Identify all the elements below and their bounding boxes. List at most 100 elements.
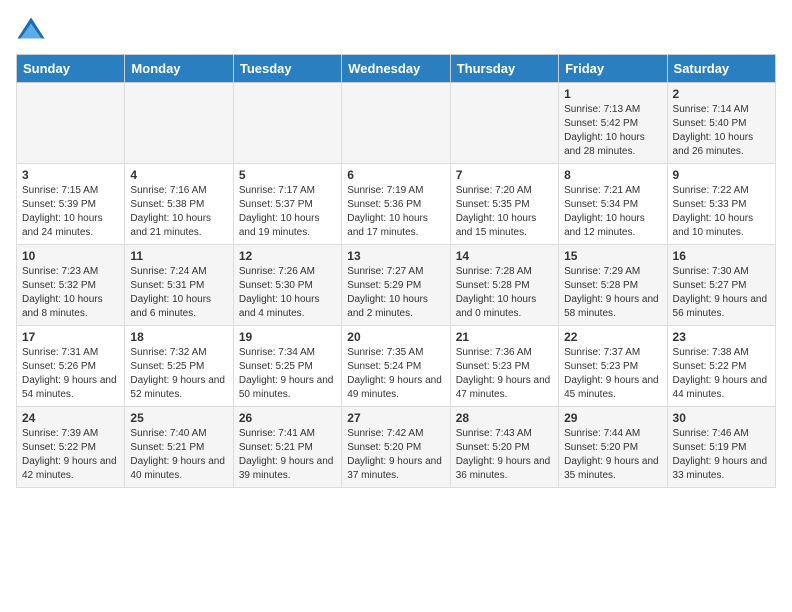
day-number: 2	[673, 87, 770, 101]
day-number: 1	[564, 87, 661, 101]
calendar-cell: 26 Sunrise: 7:41 AM Sunset: 5:21 PM Dayli…	[233, 407, 341, 488]
calendar-cell: 16 Sunrise: 7:30 AM Sunset: 5:27 PM Dayli…	[667, 245, 775, 326]
day-number: 8	[564, 168, 661, 182]
day-number: 16	[673, 249, 770, 263]
calendar-week-row: 17 Sunrise: 7:31 AM Sunset: 5:26 PM Dayli…	[17, 326, 776, 407]
weekday-header-wednesday: Wednesday	[342, 55, 450, 83]
day-number: 6	[347, 168, 444, 182]
calendar-week-row: 1Sunrise: 7:13 AM Sunset: 5:42 PM Daylig…	[17, 83, 776, 164]
calendar-cell: 30Sunrise: 7:46 AM Sunset: 5:19 PM Dayli…	[667, 407, 775, 488]
day-number: 12	[239, 249, 336, 263]
calendar-cell: 28 Sunrise: 7:43 AM Sunset: 5:20 PM Dayli…	[450, 407, 558, 488]
day-number: 19	[239, 330, 336, 344]
calendar-cell: 23 Sunrise: 7:38 AM Sunset: 5:22 PM Dayli…	[667, 326, 775, 407]
day-number: 11	[130, 249, 227, 263]
day-number: 4	[130, 168, 227, 182]
weekday-header-thursday: Thursday	[450, 55, 558, 83]
day-number: 27	[347, 411, 444, 425]
day-number: 3	[22, 168, 119, 182]
logo-icon	[16, 16, 46, 46]
day-info: Sunrise: 7:34 AM Sunset: 5:25 PM Dayligh…	[239, 346, 336, 402]
weekday-header-row: SundayMondayTuesdayWednesdayThursdayFrid…	[17, 55, 776, 83]
calendar-cell	[233, 83, 341, 164]
calendar-cell: 10Sunrise: 7:23 AM Sunset: 5:32 PM Dayli…	[17, 245, 125, 326]
day-number: 7	[456, 168, 553, 182]
calendar-cell: 9 Sunrise: 7:22 AM Sunset: 5:33 PM Daylig…	[667, 164, 775, 245]
day-info: Sunrise: 7:38 AM Sunset: 5:22 PM Dayligh…	[673, 346, 770, 402]
calendar-cell: 14 Sunrise: 7:28 AM Sunset: 5:28 PM Dayli…	[450, 245, 558, 326]
calendar-cell: 2 Sunrise: 7:14 AM Sunset: 5:40 PM Daylig…	[667, 83, 775, 164]
day-number: 20	[347, 330, 444, 344]
day-info: Sunrise: 7:35 AM Sunset: 5:24 PM Dayligh…	[347, 346, 444, 402]
day-info: Sunrise: 7:17 AM Sunset: 5:37 PM Dayligh…	[239, 184, 336, 240]
day-info: Sunrise: 7:27 AM Sunset: 5:29 PM Dayligh…	[347, 265, 444, 321]
calendar-week-row: 10Sunrise: 7:23 AM Sunset: 5:32 PM Dayli…	[17, 245, 776, 326]
day-number: 9	[673, 168, 770, 182]
day-info: Sunrise: 7:22 AM Sunset: 5:33 PM Dayligh…	[673, 184, 770, 240]
day-number: 14	[456, 249, 553, 263]
day-number: 26	[239, 411, 336, 425]
calendar-cell: 1Sunrise: 7:13 AM Sunset: 5:42 PM Daylig…	[559, 83, 667, 164]
page-header	[16, 16, 776, 46]
calendar-cell	[17, 83, 125, 164]
day-info: Sunrise: 7:30 AM Sunset: 5:27 PM Dayligh…	[673, 265, 770, 321]
calendar-cell: 19 Sunrise: 7:34 AM Sunset: 5:25 PM Dayli…	[233, 326, 341, 407]
day-info: Sunrise: 7:32 AM Sunset: 5:25 PM Dayligh…	[130, 346, 227, 402]
calendar-cell	[450, 83, 558, 164]
day-number: 22	[564, 330, 661, 344]
calendar-cell: 22 Sunrise: 7:37 AM Sunset: 5:23 PM Dayli…	[559, 326, 667, 407]
day-number: 18	[130, 330, 227, 344]
day-info: Sunrise: 7:31 AM Sunset: 5:26 PM Dayligh…	[22, 346, 119, 402]
calendar-cell: 15 Sunrise: 7:29 AM Sunset: 5:28 PM Dayli…	[559, 245, 667, 326]
day-info: Sunrise: 7:41 AM Sunset: 5:21 PM Dayligh…	[239, 427, 336, 483]
calendar-cell: 12 Sunrise: 7:26 AM Sunset: 5:30 PM Dayli…	[233, 245, 341, 326]
day-info: Sunrise: 7:44 AM Sunset: 5:20 PM Dayligh…	[564, 427, 661, 483]
day-number: 23	[673, 330, 770, 344]
calendar-cell: 8Sunrise: 7:21 AM Sunset: 5:34 PM Daylig…	[559, 164, 667, 245]
day-info: Sunrise: 7:26 AM Sunset: 5:30 PM Dayligh…	[239, 265, 336, 321]
calendar-cell: 13 Sunrise: 7:27 AM Sunset: 5:29 PM Dayli…	[342, 245, 450, 326]
calendar-week-row: 24 Sunrise: 7:39 AM Sunset: 5:22 PM Dayli…	[17, 407, 776, 488]
day-info: Sunrise: 7:24 AM Sunset: 5:31 PM Dayligh…	[130, 265, 227, 321]
day-number: 29	[564, 411, 661, 425]
day-info: Sunrise: 7:19 AM Sunset: 5:36 PM Dayligh…	[347, 184, 444, 240]
day-number: 13	[347, 249, 444, 263]
day-info: Sunrise: 7:16 AM Sunset: 5:38 PM Dayligh…	[130, 184, 227, 240]
day-info: Sunrise: 7:20 AM Sunset: 5:35 PM Dayligh…	[456, 184, 553, 240]
day-info: Sunrise: 7:37 AM Sunset: 5:23 PM Dayligh…	[564, 346, 661, 402]
weekday-header-tuesday: Tuesday	[233, 55, 341, 83]
day-info: Sunrise: 7:42 AM Sunset: 5:20 PM Dayligh…	[347, 427, 444, 483]
calendar-cell: 18 Sunrise: 7:32 AM Sunset: 5:25 PM Dayli…	[125, 326, 233, 407]
logo	[16, 16, 50, 46]
day-number: 10	[22, 249, 119, 263]
calendar-cell: 20 Sunrise: 7:35 AM Sunset: 5:24 PM Dayli…	[342, 326, 450, 407]
day-number: 15	[564, 249, 661, 263]
calendar-cell: 7 Sunrise: 7:20 AM Sunset: 5:35 PM Daylig…	[450, 164, 558, 245]
calendar-cell	[125, 83, 233, 164]
day-info: Sunrise: 7:39 AM Sunset: 5:22 PM Dayligh…	[22, 427, 119, 483]
day-info: Sunrise: 7:14 AM Sunset: 5:40 PM Dayligh…	[673, 103, 770, 159]
calendar-cell: 21 Sunrise: 7:36 AM Sunset: 5:23 PM Dayli…	[450, 326, 558, 407]
day-info: Sunrise: 7:29 AM Sunset: 5:28 PM Dayligh…	[564, 265, 661, 321]
day-number: 30	[673, 411, 770, 425]
calendar-cell	[342, 83, 450, 164]
calendar-table: SundayMondayTuesdayWednesdayThursdayFrid…	[16, 54, 776, 488]
calendar-week-row: 3 Sunrise: 7:15 AM Sunset: 5:39 PM Daylig…	[17, 164, 776, 245]
calendar-cell: 17 Sunrise: 7:31 AM Sunset: 5:26 PM Dayli…	[17, 326, 125, 407]
calendar-cell: 27 Sunrise: 7:42 AM Sunset: 5:20 PM Dayli…	[342, 407, 450, 488]
day-info: Sunrise: 7:36 AM Sunset: 5:23 PM Dayligh…	[456, 346, 553, 402]
day-info: Sunrise: 7:43 AM Sunset: 5:20 PM Dayligh…	[456, 427, 553, 483]
calendar-cell: 4 Sunrise: 7:16 AM Sunset: 5:38 PM Daylig…	[125, 164, 233, 245]
weekday-header-friday: Friday	[559, 55, 667, 83]
calendar-cell: 5Sunrise: 7:17 AM Sunset: 5:37 PM Daylig…	[233, 164, 341, 245]
weekday-header-sunday: Sunday	[17, 55, 125, 83]
calendar-cell: 25Sunrise: 7:40 AM Sunset: 5:21 PM Dayli…	[125, 407, 233, 488]
day-number: 28	[456, 411, 553, 425]
day-info: Sunrise: 7:28 AM Sunset: 5:28 PM Dayligh…	[456, 265, 553, 321]
day-number: 17	[22, 330, 119, 344]
day-number: 24	[22, 411, 119, 425]
calendar-cell: 29 Sunrise: 7:44 AM Sunset: 5:20 PM Dayli…	[559, 407, 667, 488]
day-number: 21	[456, 330, 553, 344]
day-info: Sunrise: 7:15 AM Sunset: 5:39 PM Dayligh…	[22, 184, 119, 240]
calendar-cell: 6 Sunrise: 7:19 AM Sunset: 5:36 PM Daylig…	[342, 164, 450, 245]
